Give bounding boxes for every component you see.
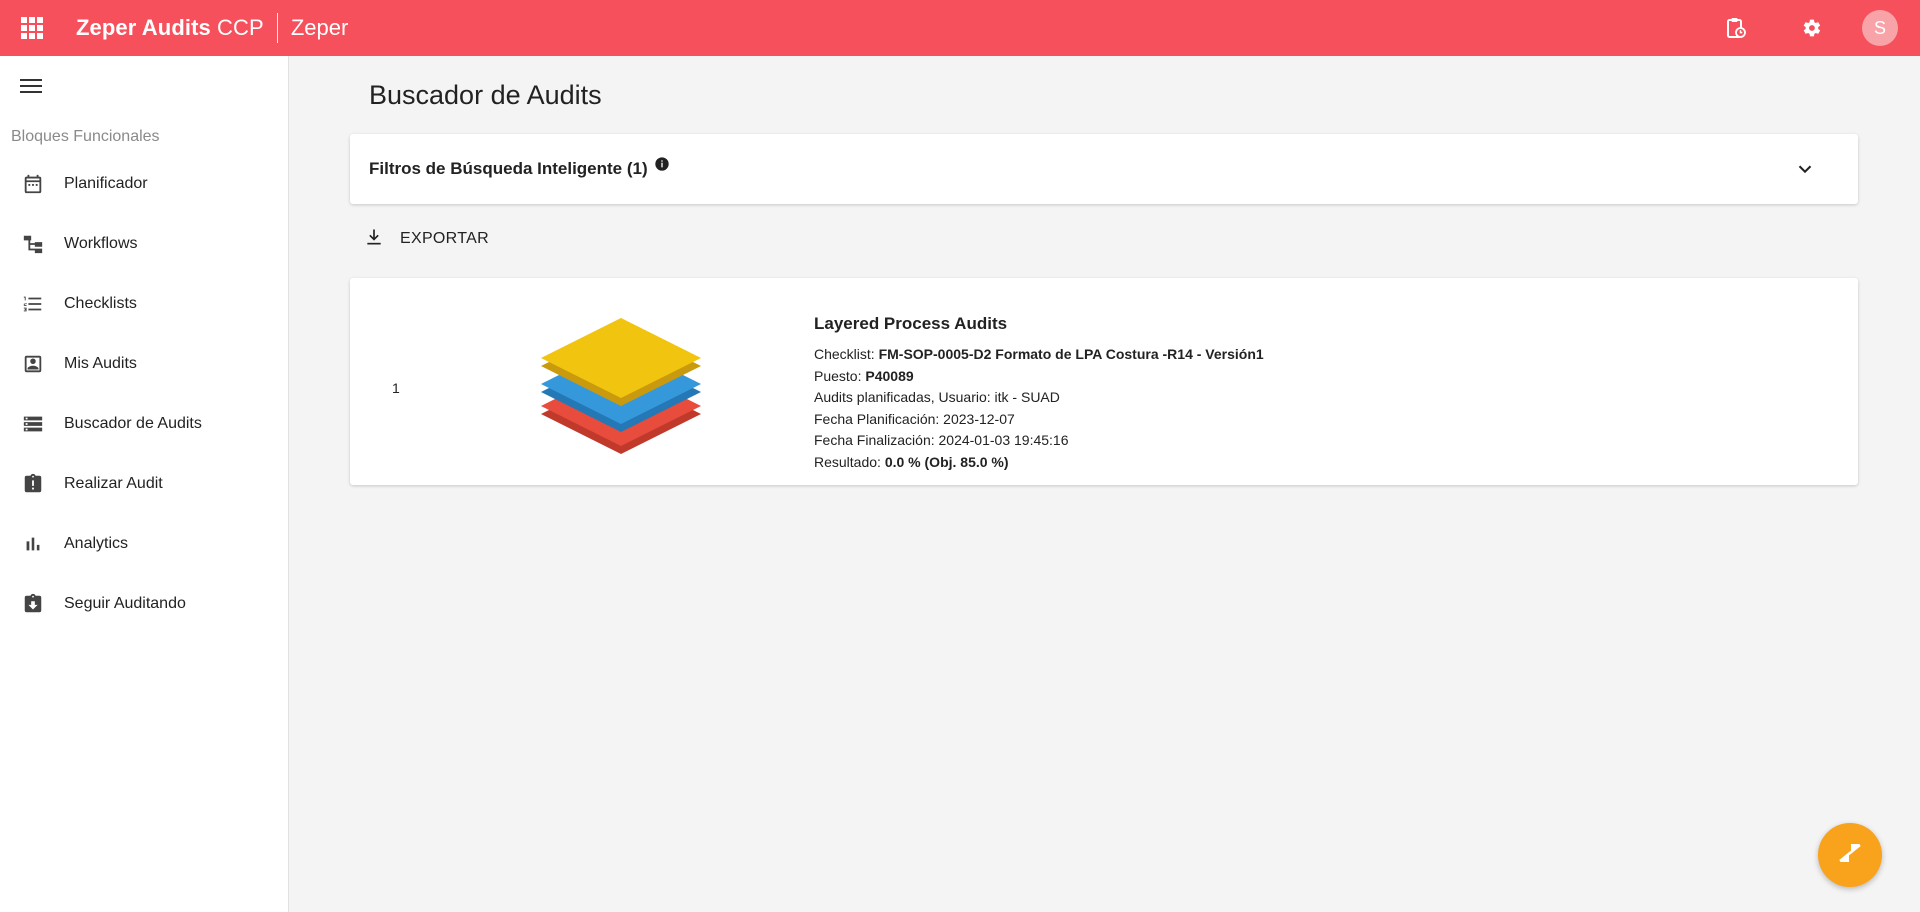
sidebar-item-label: Buscador de Audits xyxy=(64,415,202,432)
org-name: Zeper xyxy=(290,15,349,40)
sidebar-item-analytics[interactable]: Analytics xyxy=(0,514,288,574)
sidebar-item-label: Checklists xyxy=(64,295,137,312)
export-button[interactable]: EXPORTAR xyxy=(364,224,489,254)
account-box-icon xyxy=(18,349,48,379)
assignment-alert-icon xyxy=(18,469,48,499)
sidebar-item-label: Workflows xyxy=(64,235,138,252)
info-icon[interactable] xyxy=(654,156,670,177)
clipboard-clock-icon[interactable] xyxy=(1698,0,1774,56)
resultado-row: Resultado: 0.0 % (Obj. 85.0 %) xyxy=(814,452,1264,474)
sidebar-item-seguir-auditando[interactable]: Seguir Auditando xyxy=(0,574,288,634)
sidebar-nav: Planificador Workflows Checklists Mis Au… xyxy=(0,154,288,634)
puesto-row: Puesto: P40089 xyxy=(814,366,1264,388)
storage-icon xyxy=(18,409,48,439)
sidebar: Bloques Funcionales Planificador Workflo… xyxy=(0,56,289,912)
title-divider xyxy=(276,13,278,43)
sidebar-section-label: Bloques Funcionales xyxy=(11,128,160,145)
fecha-planificacion-row: Fecha Planificación: 2023-12-07 xyxy=(814,410,1015,427)
result-details: Layered Process Audits Checklist: FM-SOP… xyxy=(814,314,1264,473)
top-app-bar: Zeper Audits CCP Zeper S xyxy=(0,0,1920,56)
download-icon xyxy=(364,227,384,252)
export-label: EXPORTAR xyxy=(400,230,489,247)
sidebar-item-checklists[interactable]: Checklists xyxy=(0,274,288,334)
sidebar-item-label: Analytics xyxy=(64,535,129,552)
audits-user-row: Audits planificadas, Usuario: itk - SUAD xyxy=(814,389,1060,405)
calendar-icon xyxy=(18,169,48,199)
app-title-suffix: CCP xyxy=(210,15,264,40)
bar-chart-icon xyxy=(18,529,48,559)
sidebar-item-realizar-audit[interactable]: Realizar Audit xyxy=(0,454,288,514)
fecha-finalizacion-row: Fecha Finalización: 2024-01-03 19:45:16 xyxy=(814,432,1069,448)
sidebar-item-planificador[interactable]: Planificador xyxy=(0,154,288,214)
search-filters-panel[interactable]: Filtros de Búsqueda Inteligente (1) xyxy=(350,134,1858,204)
assignment-download-icon xyxy=(18,589,48,619)
workflow-icon xyxy=(18,229,48,259)
app-title-main: Zeper Audits xyxy=(76,15,211,40)
layers-icon xyxy=(538,318,704,463)
checklist-value: FM-SOP-0005-D2 Formato de LPA Costura -R… xyxy=(878,346,1264,362)
gear-icon[interactable] xyxy=(1774,0,1850,56)
resultado-label: Resultado: xyxy=(814,453,885,470)
hamburger-menu-icon[interactable] xyxy=(20,73,46,99)
puesto-label: Puesto: xyxy=(814,367,866,384)
audit-result-card[interactable]: 1 Layered Process Audits Checklist: FM-S… xyxy=(350,278,1858,485)
chevron-down-icon[interactable] xyxy=(1794,158,1816,185)
avatar[interactable]: S xyxy=(1862,10,1898,46)
resultado-value: 0.0 % (Obj. 85.0 %) xyxy=(884,453,1009,470)
filters-title: Filtros de Búsqueda Inteligente (1) xyxy=(369,159,648,178)
list-numbered-icon xyxy=(18,289,48,319)
sidebar-item-label: Realizar Audit xyxy=(64,475,163,492)
puesto-value: P40089 xyxy=(865,367,914,384)
sidebar-item-label: Planificador xyxy=(64,175,148,192)
zendesk-help-button[interactable] xyxy=(1818,823,1882,887)
sidebar-item-mis-audits[interactable]: Mis Audits xyxy=(0,334,288,394)
result-title: Layered Process Audits xyxy=(814,314,1008,333)
sidebar-item-label: Seguir Auditando xyxy=(64,595,186,612)
checklist-label: Checklist: xyxy=(814,346,879,362)
zendesk-icon xyxy=(1837,840,1863,871)
sidebar-item-workflows[interactable]: Workflows xyxy=(0,214,288,274)
checklist-row: Checklist: FM-SOP-0005-D2 Formato de LPA… xyxy=(814,344,1264,366)
result-index: 1 xyxy=(392,380,400,396)
page-title: Buscador de Audits xyxy=(369,80,602,110)
apps-grid-icon[interactable] xyxy=(0,0,64,56)
app-title[interactable]: Zeper Audits CCP xyxy=(76,15,264,41)
sidebar-item-buscador-de-audits[interactable]: Buscador de Audits xyxy=(0,394,288,454)
sidebar-item-label: Mis Audits xyxy=(64,355,137,372)
